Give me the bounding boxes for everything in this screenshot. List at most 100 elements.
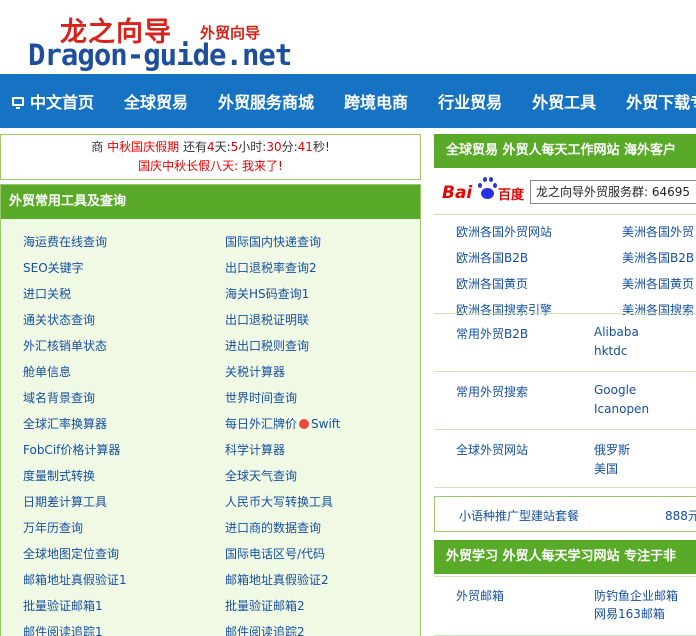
section-link[interactable]: hktdc	[594, 344, 627, 358]
holiday-name[interactable]: 中秋国庆假期	[107, 140, 179, 154]
tool-link[interactable]: 外汇核销单状态	[23, 337, 107, 354]
mail-label: 外贸邮箱	[456, 589, 505, 603]
nav-trade-tools[interactable]: 外贸工具	[517, 74, 611, 128]
region-link[interactable]: 欧洲各国黄页	[456, 275, 528, 292]
days-unit: 天:	[214, 140, 231, 154]
tool-link[interactable]: SEO关键字	[23, 259, 84, 276]
global-trade-header[interactable]: 全球贸易 外贸人每天工作网站 海外客户	[434, 134, 696, 168]
nav-industry-trade[interactable]: 行业贸易	[423, 74, 517, 128]
monitor-icon	[12, 96, 24, 109]
tool-link[interactable]: 批量验证邮箱1	[23, 597, 103, 614]
main-nav: 中文首页 全球贸易 外贸服务商城 跨境电商 行业贸易 外贸工具 外贸下载专	[0, 74, 696, 128]
baidu-logo-latin: Bai	[442, 183, 473, 203]
tool-link[interactable]: 邮箱地址真假验证1	[23, 571, 127, 588]
promo-banner[interactable]: 小语种推广型建站套餐 888元	[434, 496, 696, 532]
section-label: 常用外贸B2B	[456, 327, 529, 341]
tool-link[interactable]: 邮件阅读追踪2	[225, 623, 305, 636]
nav-home[interactable]: 中文首页	[0, 74, 109, 128]
tool-link-label: 每日外汇牌价	[225, 417, 298, 431]
baidu-search-input[interactable]: 龙之向导外贸服务群: 64695	[530, 180, 696, 204]
tool-link[interactable]: 世界时间查询	[225, 389, 297, 406]
region-link[interactable]: 欧洲各国B2B	[456, 249, 528, 266]
nav-downloads[interactable]: 外贸下载专	[611, 74, 696, 128]
tool-link[interactable]: 全球地图定位查询	[23, 545, 119, 562]
still-text: 还有	[182, 140, 207, 154]
tool-link[interactable]: 人民币大写转换工具	[225, 493, 333, 510]
tool-link[interactable]: 海运费在线查询	[23, 233, 107, 250]
page: 龙之向导 外贸向导 Dragon-guide.net 中文首页 全球贸易 外贸服…	[0, 0, 696, 636]
baidu-logo-chinese: 百度	[498, 188, 525, 203]
section-link[interactable]: 俄罗斯	[594, 441, 630, 458]
swift-label: Swift	[311, 417, 341, 431]
tool-link[interactable]: 国际电话区号/代码	[225, 545, 325, 562]
swift-icon	[299, 419, 310, 429]
region-link[interactable]: 欧洲各国外贸网站	[456, 223, 552, 240]
region-link[interactable]: 美洲各国B2B	[622, 249, 694, 266]
baidu-logo[interactable]: Bai 百度	[442, 176, 530, 208]
tool-link[interactable]: 进口关税	[23, 285, 71, 302]
tool-link[interactable]: 关税计算器	[225, 363, 285, 380]
section-link[interactable]: 美国	[594, 460, 618, 477]
link-section	[434, 313, 696, 371]
seconds-value: 41	[297, 140, 313, 154]
tool-link[interactable]: 通关状态查询	[23, 311, 95, 328]
site-logo[interactable]: 龙之向导 外贸向导 Dragon-guide.net	[28, 6, 298, 72]
site-header: 龙之向导 外贸向导 Dragon-guide.net	[0, 0, 696, 74]
tool-link[interactable]: FobCif价格计算器	[23, 441, 120, 458]
tool-link[interactable]: 进口商的数据查询	[225, 519, 321, 536]
holiday-message[interactable]: 国庆中秋长假八天: 我来了!	[1, 157, 420, 176]
tool-link[interactable]: 批量验证邮箱2	[225, 597, 305, 614]
tool-link[interactable]: 科学计算器	[225, 441, 285, 458]
tools-panel-title: 外贸常用工具及查询	[1, 185, 420, 219]
section-link[interactable]: Google	[594, 383, 636, 397]
tool-link[interactable]: 全球天气查询	[225, 467, 297, 484]
tool-link[interactable]: 日期差计算工具	[23, 493, 107, 510]
tool-link[interactable]: 全球汇率换算器	[23, 415, 107, 432]
tool-link[interactable]: 出口退税率查询2	[225, 259, 317, 276]
days-value: 4	[206, 140, 215, 154]
right-column: 全球贸易 外贸人每天工作网站 海外客户 Bai 百度 龙之向导外贸服务群: 64…	[434, 134, 696, 636]
tool-link[interactable]: 国际国内快递查询	[225, 233, 321, 250]
promo-text[interactable]: 小语种推广型建站套餐	[459, 507, 579, 524]
logo-english: Dragon-guide.net	[28, 38, 292, 72]
mail-panel: 外贸邮箱 防钓鱼企业邮箱 网易163邮箱	[434, 576, 696, 636]
trade-learning-header[interactable]: 外贸学习 外贸人每天学习网站 专注于非	[434, 540, 696, 574]
tool-link[interactable]: 万年历查询	[23, 519, 83, 536]
mail-link[interactable]: 网易163邮箱	[594, 605, 665, 622]
holiday-notice: 商 中秋国庆假期 还有4天:5小时:30分:41秒! 国庆中秋长假八天: 我来了…	[0, 134, 421, 180]
tool-link[interactable]: 舱单信息	[23, 363, 71, 380]
tool-link[interactable]: 域名背景查询	[23, 389, 95, 406]
tool-link[interactable]: 进出口税则查询	[225, 337, 309, 354]
notice-prefix: 商	[91, 140, 104, 154]
section-link[interactable]: Alibaba	[594, 325, 639, 339]
region-link[interactable]: 美洲各国黄页	[622, 275, 694, 292]
tool-link[interactable]: 度量制式转换	[23, 467, 95, 484]
tools-panel: 外贸常用工具及查询 海运费在线查询 SEO关键字 进口关税通关状态查询 外汇核销单状态…	[0, 184, 421, 636]
left-column: 商 中秋国庆假期 还有4天:5小时:30分:41秒! 国庆中秋长假八天: 我来了…	[0, 134, 421, 636]
tool-link[interactable]: 每日外汇牌价 Swift	[225, 415, 341, 432]
hours-unit: 小时:	[238, 140, 267, 154]
section-label: 常用外贸搜索	[456, 385, 529, 399]
nav-global-trade[interactable]: 全球贸易	[109, 74, 203, 128]
baidu-search-row: Bai 百度 龙之向导外贸服务群: 64695	[434, 174, 696, 210]
minutes-value: 30	[266, 140, 282, 154]
right-links-panel: 欧洲各国外贸网站 欧洲各国B2B 欧洲各国黄页 欧洲各国搜索引擎 美洲各国外贸 美洲各国B…	[434, 214, 696, 488]
tool-link[interactable]: 邮箱地址真假验证2	[225, 571, 329, 588]
tool-link[interactable]: 海关HS码查询1	[225, 285, 309, 302]
section-label: 全球外贸网站	[456, 443, 529, 457]
minutes-unit: 分:	[281, 140, 298, 154]
tool-link[interactable]: 出口退税证明联	[225, 311, 309, 328]
mail-link[interactable]: 防钓鱼企业邮箱	[594, 587, 678, 604]
promo-price: 888元	[665, 509, 696, 523]
nav-service-mall[interactable]: 外贸服务商城	[203, 74, 329, 128]
seconds-unit: 秒!	[312, 140, 330, 154]
baidu-paw-icon	[478, 177, 497, 203]
nav-cross-border[interactable]: 跨境电商	[329, 74, 423, 128]
link-section	[434, 429, 696, 487]
countdown-line: 商 中秋国庆假期 还有4天:5小时:30分:41秒!	[1, 138, 420, 157]
region-link[interactable]: 美洲各国外贸	[622, 223, 694, 240]
section-link[interactable]: Icanopen	[594, 402, 649, 416]
tool-link[interactable]: 邮件阅读追踪1	[23, 623, 103, 636]
nav-label: 中文首页	[30, 93, 95, 112]
link-section	[434, 371, 696, 429]
